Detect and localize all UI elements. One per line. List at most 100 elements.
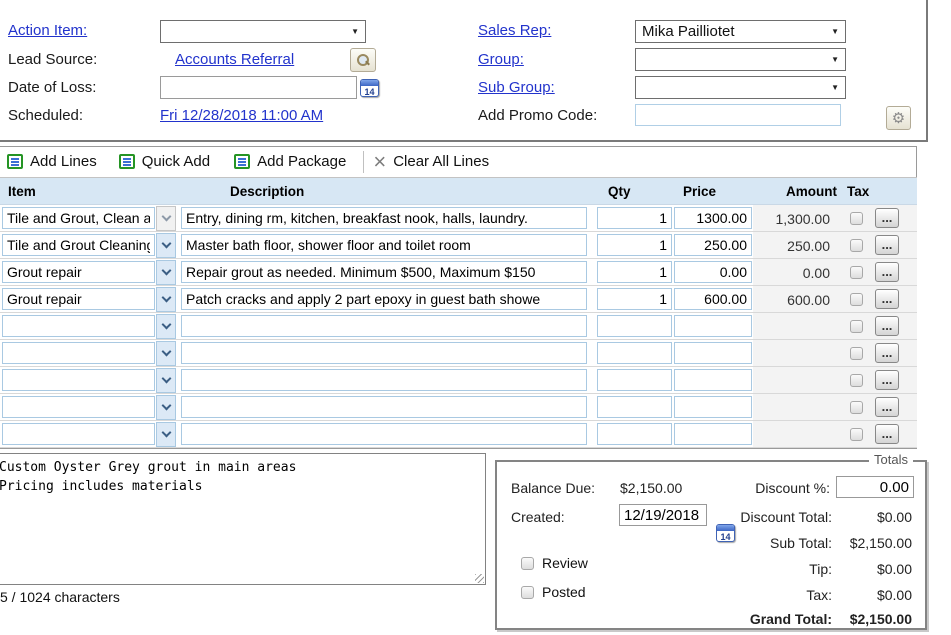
row-options-button[interactable]: ... xyxy=(875,208,899,228)
chevron-down-icon[interactable] xyxy=(156,206,176,231)
row-options-button[interactable]: ... xyxy=(875,343,899,363)
action-item-select[interactable]: ▼ xyxy=(160,20,366,43)
promo-settings-button[interactable]: ⚙ xyxy=(886,106,911,130)
grand-total-label: Grand Total: xyxy=(632,611,832,627)
qty-input[interactable] xyxy=(597,261,672,283)
tax-checkbox[interactable] xyxy=(850,374,863,387)
chevron-down-icon[interactable] xyxy=(156,395,176,420)
row-options-button[interactable]: ... xyxy=(875,262,899,282)
tax-checkbox[interactable] xyxy=(850,320,863,333)
price-input[interactable] xyxy=(674,369,752,391)
item-input[interactable] xyxy=(2,207,155,229)
item-input[interactable] xyxy=(2,369,155,391)
add-package-button[interactable]: Add Package xyxy=(234,153,346,170)
tax-checkbox[interactable] xyxy=(850,347,863,360)
scheduled-value-link[interactable]: Fri 12/28/2018 11:00 AM xyxy=(160,107,323,124)
qty-input[interactable] xyxy=(597,423,672,445)
price-input[interactable] xyxy=(674,234,752,256)
chevron-down-icon[interactable] xyxy=(156,233,176,258)
sub-total-row: Sub Total: $2,150.00 xyxy=(632,535,912,551)
created-label: Created: xyxy=(511,509,565,525)
sales-rep-select[interactable]: Mika Pailliotet ▼ xyxy=(635,20,846,43)
qty-input[interactable] xyxy=(597,396,672,418)
sales-rep-link[interactable]: Sales Rep: xyxy=(478,22,551,39)
row-options-button[interactable]: ... xyxy=(875,370,899,390)
qty-input[interactable] xyxy=(597,342,672,364)
promo-code-label: Add Promo Code: xyxy=(478,107,597,124)
item-input[interactable] xyxy=(2,342,155,364)
description-input[interactable] xyxy=(181,315,587,337)
qty-input[interactable] xyxy=(597,234,672,256)
date-of-loss-input[interactable] xyxy=(160,76,357,99)
sub-group-select[interactable]: ▼ xyxy=(635,76,846,99)
lead-source-search-button[interactable] xyxy=(350,48,376,72)
sub-total-label: Sub Total: xyxy=(632,535,832,551)
description-input[interactable] xyxy=(181,234,587,256)
price-input[interactable] xyxy=(674,288,752,310)
qty-input[interactable] xyxy=(597,315,672,337)
description-input[interactable] xyxy=(181,423,587,445)
chevron-down-icon[interactable] xyxy=(156,422,176,447)
chevron-down-icon[interactable] xyxy=(156,260,176,285)
item-input[interactable] xyxy=(2,261,155,283)
promo-code-input[interactable] xyxy=(635,104,841,126)
calendar-icon[interactable]: 14 xyxy=(360,79,379,97)
row-options-button[interactable]: ... xyxy=(875,235,899,255)
item-input[interactable] xyxy=(2,423,155,445)
row-options-button[interactable]: ... xyxy=(875,316,899,336)
tax-checkbox[interactable] xyxy=(850,293,863,306)
toolbar-separator xyxy=(363,151,364,173)
item-input[interactable] xyxy=(2,396,155,418)
clear-all-lines-button[interactable]: × Clear All Lines xyxy=(373,153,489,170)
price-input[interactable] xyxy=(674,423,752,445)
amount-value: 0.00 xyxy=(753,265,830,281)
discount-pct-input[interactable] xyxy=(836,476,914,498)
quick-add-button[interactable]: Quick Add xyxy=(119,153,210,170)
tax-checkbox[interactable] xyxy=(850,266,863,279)
sub-group-link[interactable]: Sub Group: xyxy=(478,79,555,96)
group-select[interactable]: ▼ xyxy=(635,48,846,71)
description-input[interactable] xyxy=(181,207,587,229)
price-input[interactable] xyxy=(674,261,752,283)
price-input[interactable] xyxy=(674,396,752,418)
resize-handle[interactable] xyxy=(475,574,484,583)
item-input[interactable] xyxy=(2,234,155,256)
description-input[interactable] xyxy=(181,261,587,283)
tax-checkbox[interactable] xyxy=(850,239,863,252)
tax-checkbox[interactable] xyxy=(850,401,863,414)
row-options-button[interactable]: ... xyxy=(875,424,899,444)
qty-input[interactable] xyxy=(597,207,672,229)
review-checkbox[interactable] xyxy=(521,557,534,570)
posted-checkbox[interactable] xyxy=(521,586,534,599)
group-link[interactable]: Group: xyxy=(478,51,524,68)
tip-label: Tip: xyxy=(632,561,832,577)
chevron-down-icon: ▼ xyxy=(351,27,359,36)
sales-rep-selected: Mika Pailliotet xyxy=(642,23,735,40)
chevron-down-icon[interactable] xyxy=(156,314,176,339)
qty-input[interactable] xyxy=(597,369,672,391)
action-item-link[interactable]: Action Item: xyxy=(8,22,87,39)
price-input[interactable] xyxy=(674,342,752,364)
description-input[interactable] xyxy=(181,288,587,310)
lead-source-value-link[interactable]: Accounts Referral xyxy=(175,51,294,68)
add-package-icon xyxy=(234,154,250,169)
tax-checkbox[interactable] xyxy=(850,212,863,225)
chevron-down-icon[interactable] xyxy=(156,287,176,312)
description-input[interactable] xyxy=(181,369,587,391)
item-input[interactable] xyxy=(2,315,155,337)
notes-textarea[interactable]: Custom Oyster Grey grout in main areas P… xyxy=(0,453,486,585)
item-input[interactable] xyxy=(2,288,155,310)
discount-total-value: $0.00 xyxy=(832,509,912,525)
description-input[interactable] xyxy=(181,342,587,364)
chevron-down-icon[interactable] xyxy=(156,341,176,366)
row-options-button[interactable]: ... xyxy=(875,289,899,309)
chevron-down-icon[interactable] xyxy=(156,368,176,393)
qty-input[interactable] xyxy=(597,288,672,310)
description-input[interactable] xyxy=(181,396,587,418)
price-input[interactable] xyxy=(674,207,752,229)
review-checkbox-row: Review xyxy=(521,555,588,571)
row-options-button[interactable]: ... xyxy=(875,397,899,417)
add-lines-button[interactable]: Add Lines xyxy=(7,153,97,170)
price-input[interactable] xyxy=(674,315,752,337)
tax-checkbox[interactable] xyxy=(850,428,863,441)
